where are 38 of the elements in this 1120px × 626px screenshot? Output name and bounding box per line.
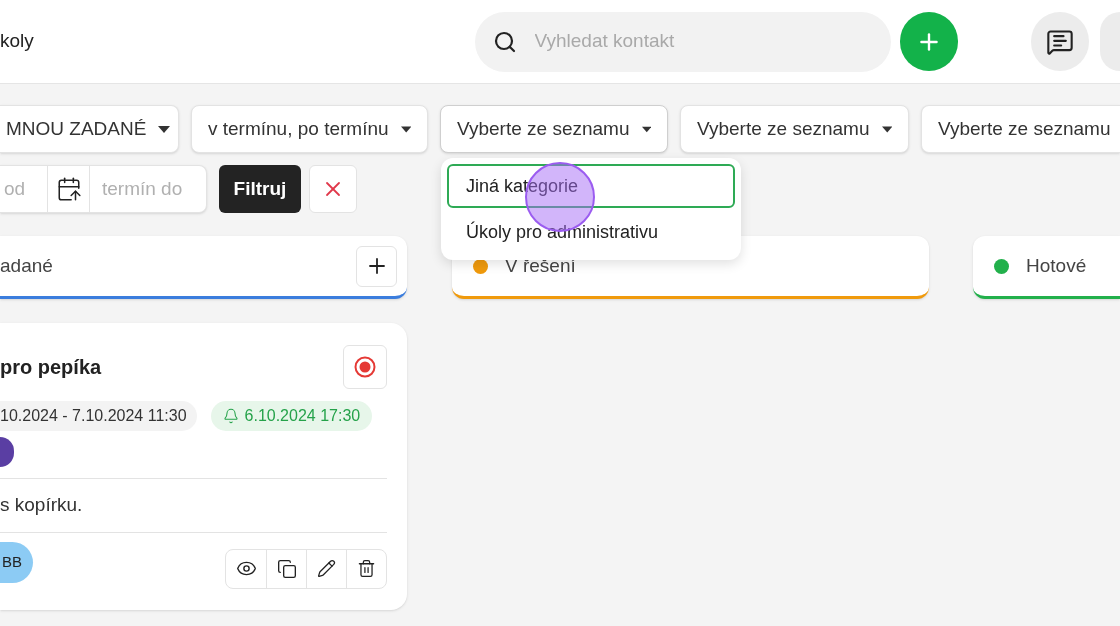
- assignee-avatar: BB: [0, 542, 33, 583]
- add-button[interactable]: [900, 12, 959, 71]
- user-avatar: [0, 437, 14, 467]
- date-range-chip: 10.2024 - 7.10.2024 11:30: [0, 401, 197, 431]
- filter-select[interactable]: Vyberte ze seznamu: [921, 105, 1120, 153]
- search-field[interactable]: Vyhledat kontakt: [474, 11, 892, 72]
- record-button[interactable]: [343, 345, 387, 389]
- trash-icon: [357, 559, 376, 578]
- filter-select[interactable]: Vyberte ze seznamu: [440, 105, 668, 153]
- search-input[interactable]: Vyhledat kontakt: [534, 27, 855, 56]
- filter-select[interactable]: Vyberte ze seznamu: [680, 105, 909, 153]
- filter-select[interactable]: MNOU ZADANÉ: [0, 105, 179, 153]
- task-title: pro pepíka: [0, 355, 102, 380]
- bell-icon: [222, 408, 239, 424]
- date-to-field[interactable]: termín do: [90, 166, 200, 212]
- search-icon: [492, 29, 517, 54]
- task-description: s kopírku.: [0, 493, 84, 517]
- copy-icon: [276, 558, 297, 579]
- record-icon: [354, 356, 376, 378]
- column-title: adané: [0, 253, 54, 278]
- chat-icon: [1046, 27, 1075, 56]
- caret-icon: [158, 125, 171, 133]
- pencil-icon: [317, 559, 336, 578]
- column-title: Hotové: [1026, 253, 1088, 278]
- calendar-icon: [55, 176, 82, 202]
- date-from-field[interactable]: od: [0, 166, 47, 212]
- date-range-field[interactable]: od termín do: [0, 165, 207, 213]
- filter-button[interactable]: Filtruj: [219, 165, 301, 213]
- clear-filter-button[interactable]: [309, 165, 357, 213]
- caret-icon: [881, 125, 892, 133]
- filter-select[interactable]: v termínu, po termínu: [191, 105, 428, 153]
- caret-icon: [641, 125, 651, 133]
- caret-icon: [400, 125, 411, 133]
- add-task-button[interactable]: [356, 245, 397, 287]
- dropdown-item[interactable]: Jiná kategorie: [447, 164, 735, 208]
- reminder-chip: 6.10.2024 17:30: [210, 401, 373, 431]
- dropdown-item[interactable]: Úkoly pro administrativu: [447, 210, 735, 254]
- page-title: koly: [0, 29, 35, 54]
